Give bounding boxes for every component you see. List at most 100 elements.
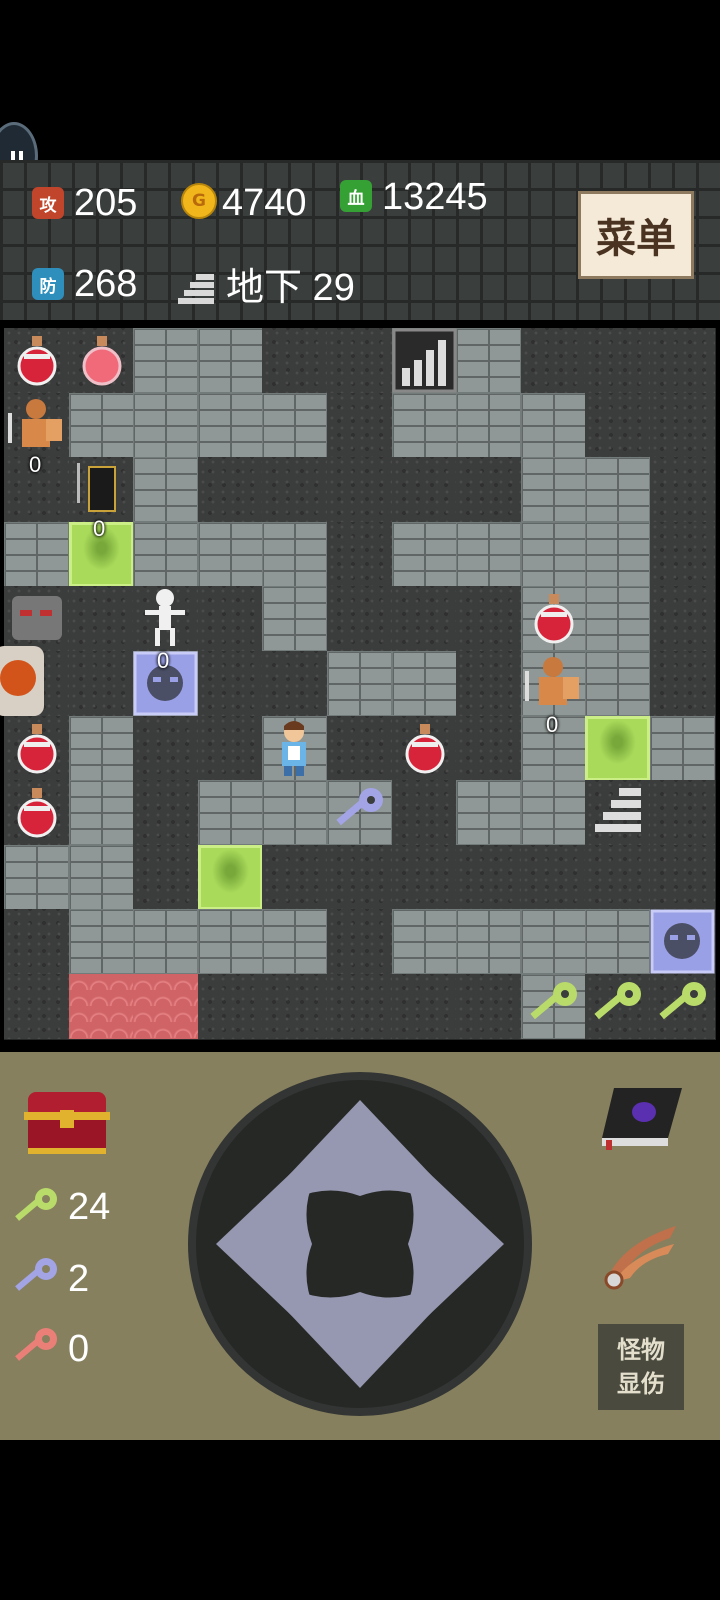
wall-tile xyxy=(262,780,328,846)
floor-tile xyxy=(391,844,457,910)
floor-tile xyxy=(4,328,69,393)
dpad-right-button[interactable] xyxy=(406,1169,504,1319)
defense-icon: 防 xyxy=(32,268,64,300)
wall-tile xyxy=(133,457,199,523)
wall-tile xyxy=(520,651,586,716)
wall-tile xyxy=(585,651,651,716)
attack-icon: 攻 xyxy=(32,187,64,219)
floor-tile xyxy=(650,780,715,846)
wall-tile xyxy=(585,457,651,523)
floor-tile xyxy=(262,974,328,1039)
floor-tile xyxy=(4,586,69,652)
monster-damage-toggle-button[interactable]: 怪物 显伤 xyxy=(598,1324,684,1410)
wall-tile xyxy=(585,586,651,652)
monster-manual-book-icon[interactable] xyxy=(600,1082,686,1152)
wall-tile xyxy=(585,521,651,587)
floor-tile xyxy=(327,715,392,781)
monster-damage-label: 0 xyxy=(546,712,559,737)
wall-tile xyxy=(650,715,715,781)
game-board[interactable] xyxy=(4,328,716,1040)
wall-tile xyxy=(456,328,522,393)
wall-tile xyxy=(391,521,457,587)
wall-tile xyxy=(197,909,263,975)
floor-tile xyxy=(391,586,457,652)
floor-tile xyxy=(456,586,522,652)
floor-tile xyxy=(650,328,715,393)
floor-tile xyxy=(133,780,199,846)
wall-tile xyxy=(456,521,522,587)
floor-tile xyxy=(456,651,522,716)
hp-value: 13245 xyxy=(382,176,488,218)
wall-tile xyxy=(68,844,134,910)
wall-tile xyxy=(262,715,328,781)
gold-value: 4740 xyxy=(222,182,307,224)
floor-tile xyxy=(650,844,715,910)
floor-tile xyxy=(391,974,457,1039)
wall-tile xyxy=(391,392,457,458)
wall-tile xyxy=(262,586,328,652)
direction-pad[interactable] xyxy=(188,1072,532,1416)
direction-pad-arrows xyxy=(216,1100,504,1388)
floor-tile xyxy=(197,974,263,1039)
floor-tile xyxy=(650,521,715,587)
wall-tile xyxy=(456,909,522,975)
floor-tile xyxy=(456,844,522,910)
yellow-door-tile xyxy=(197,844,263,910)
lava-tile xyxy=(68,974,134,1039)
wall-tile xyxy=(4,521,69,587)
side-helper-button[interactable] xyxy=(0,646,44,716)
stairs-icon xyxy=(178,274,214,304)
floor-tile xyxy=(391,780,457,846)
floor-tile xyxy=(4,392,69,458)
floor-tile xyxy=(68,586,134,652)
floor-tile xyxy=(650,651,715,716)
wall-tile xyxy=(520,521,586,587)
floor-tile xyxy=(197,457,263,523)
red-key-count: 0 xyxy=(68,1328,90,1370)
yellow-key-count: 24 xyxy=(68,1186,111,1228)
floor-tile xyxy=(327,457,392,523)
wall-tile xyxy=(520,392,586,458)
wall-tile xyxy=(262,392,328,458)
treasure-chest-icon[interactable] xyxy=(22,1088,112,1158)
floor-tile xyxy=(456,457,522,523)
floor-tile xyxy=(327,974,392,1039)
defense-value: 268 xyxy=(74,263,138,305)
wall-tile xyxy=(197,521,263,587)
floor-tile xyxy=(327,844,392,910)
floor-tile xyxy=(4,974,69,1039)
wall-tile xyxy=(391,328,457,393)
floor-tile xyxy=(262,457,328,523)
blue-key-count: 2 xyxy=(68,1258,90,1300)
floor-tile xyxy=(650,586,715,652)
floor-tile xyxy=(650,392,715,458)
wall-tile xyxy=(520,780,586,846)
floor-tile xyxy=(456,715,522,781)
wall-tile xyxy=(262,909,328,975)
menu-button[interactable]: 菜单 xyxy=(578,191,694,279)
wall-tile xyxy=(68,909,134,975)
wall-tile xyxy=(68,392,134,458)
pumpkin-icon xyxy=(0,660,36,696)
lava-tile xyxy=(133,974,199,1039)
monster-damage-label: 0 xyxy=(93,516,106,541)
wall-tile xyxy=(391,909,457,975)
dpad-left-button[interactable] xyxy=(216,1169,314,1319)
floor-tile xyxy=(327,521,392,587)
floor-tile xyxy=(391,715,457,781)
wall-tile xyxy=(133,392,199,458)
gold-icon: G xyxy=(181,183,217,219)
wall-tile xyxy=(262,521,328,587)
floor-tile xyxy=(4,715,69,781)
floor-tile xyxy=(133,844,199,910)
wall-tile xyxy=(133,909,199,975)
floor-tile xyxy=(456,974,522,1039)
floor-tile xyxy=(327,328,392,393)
wall-tile xyxy=(456,392,522,458)
wall-tile xyxy=(133,521,199,587)
floor-tile xyxy=(262,844,328,910)
wall-tile xyxy=(133,328,199,393)
hp-icon: 血 xyxy=(340,180,372,212)
wall-tile xyxy=(520,457,586,523)
fly-wing-icon[interactable] xyxy=(600,1220,680,1292)
